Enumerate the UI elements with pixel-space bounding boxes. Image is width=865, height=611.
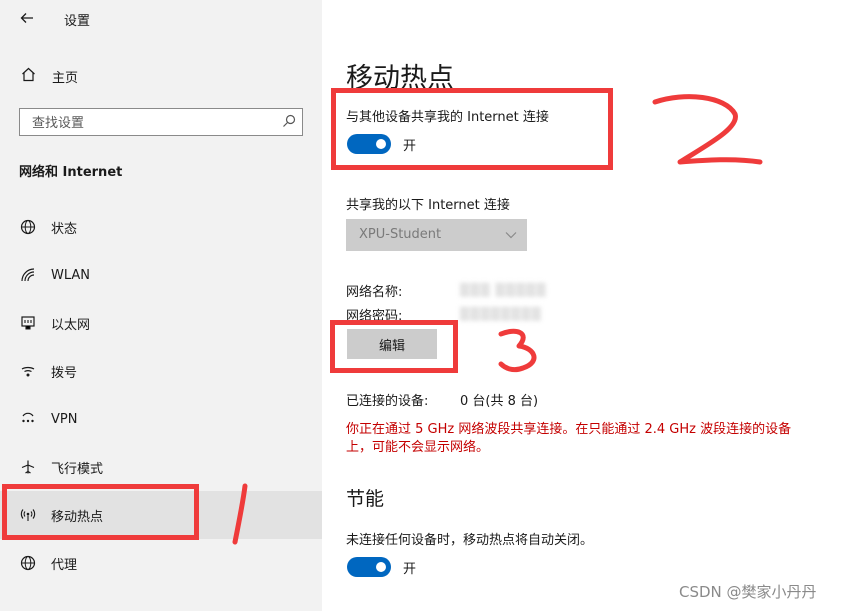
network-name-label: 网络名称:: [346, 285, 403, 300]
watermark: CSDN @樊家小丹丹: [679, 583, 817, 601]
edit-button[interactable]: 编辑: [347, 329, 437, 359]
sidebar: 设置 主页 网络和 Internet 状态 WLAN 以太网: [0, 0, 322, 611]
vpn-icon: [18, 411, 38, 427]
share-from-dropdown[interactable]: XPU-Student: [346, 219, 527, 251]
share-connection-toggle[interactable]: [347, 134, 391, 154]
toggle-knob: [376, 139, 386, 149]
sidebar-item-label: WLAN: [51, 267, 91, 283]
sidebar-item-label: 移动热点: [51, 509, 104, 525]
sidebar-item-label: 状态: [51, 221, 78, 237]
sidebar-item-label: 飞行模式: [51, 461, 104, 477]
power-saving-toggle[interactable]: [347, 557, 391, 577]
globe-status-icon: [18, 219, 38, 235]
globe-proxy-icon: [18, 555, 38, 571]
sidebar-item-hotspot[interactable]: 移动热点: [0, 491, 322, 539]
sidebar-item-label: 代理: [51, 557, 78, 573]
hotspot-icon: [18, 507, 38, 523]
sidebar-item-dialup[interactable]: 拨号: [0, 347, 322, 395]
airplane-icon: [18, 459, 38, 475]
connected-devices-value: 0 台(共 8 台): [460, 394, 539, 409]
home-icon: [18, 67, 38, 86]
network-password-value-redacted: ▒▒▒▒▒▒▒▒: [460, 307, 542, 321]
toggle-knob: [376, 562, 386, 572]
sidebar-item-airplane[interactable]: 飞行模式: [0, 443, 322, 491]
band-warning: 你正在通过 5 GHz 网络波段共享连接。在只能通过 2.4 GHz 波段连接的…: [346, 422, 792, 455]
back-button[interactable]: [16, 6, 38, 30]
sidebar-item-home[interactable]: 主页: [18, 64, 78, 88]
wifi-icon: [18, 267, 38, 283]
network-password-label: 网络密码:: [346, 309, 403, 324]
power-saving-toggle-state: 开: [403, 562, 417, 577]
page-title: 移动热点: [346, 63, 454, 94]
connected-devices-label: 已连接的设备:: [346, 394, 429, 409]
sidebar-item-label: 拨号: [51, 365, 78, 381]
share-from-selected: XPU-Student: [359, 227, 442, 242]
sidebar-item-wlan[interactable]: WLAN: [0, 251, 322, 299]
power-saving-desc: 未连接任何设备时，移动热点将自动关闭。: [346, 533, 594, 548]
search-box[interactable]: [19, 108, 303, 137]
window-title: 设置: [64, 14, 91, 29]
sidebar-item-label: 以太网: [51, 317, 91, 333]
sidebar-item-label: VPN: [51, 411, 78, 427]
ethernet-icon: [18, 315, 38, 331]
sidebar-item-ethernet[interactable]: 以太网: [0, 299, 322, 347]
back-arrow-icon: [20, 13, 33, 23]
share-connection-toggle-state: 开: [403, 139, 417, 154]
dialup-icon: [18, 363, 38, 379]
chevron-down-icon: [505, 232, 517, 239]
sidebar-item-vpn[interactable]: VPN: [0, 395, 322, 443]
sidebar-item-label: 主页: [52, 70, 79, 86]
share-from-label: 共享我的以下 Internet 连接: [346, 198, 510, 213]
sidebar-item-proxy[interactable]: 代理: [0, 539, 322, 587]
network-name-value-redacted: ▒▒▒ ▒▒▒▒▒: [460, 283, 547, 297]
share-connection-label: 与其他设备共享我的 Internet 连接: [346, 110, 549, 125]
section-title: 网络和 Internet: [19, 165, 123, 180]
search-icon: [283, 114, 296, 127]
power-saving-title: 节能: [346, 488, 385, 510]
sidebar-item-status[interactable]: 状态: [0, 203, 322, 251]
search-input[interactable]: [30, 109, 274, 137]
